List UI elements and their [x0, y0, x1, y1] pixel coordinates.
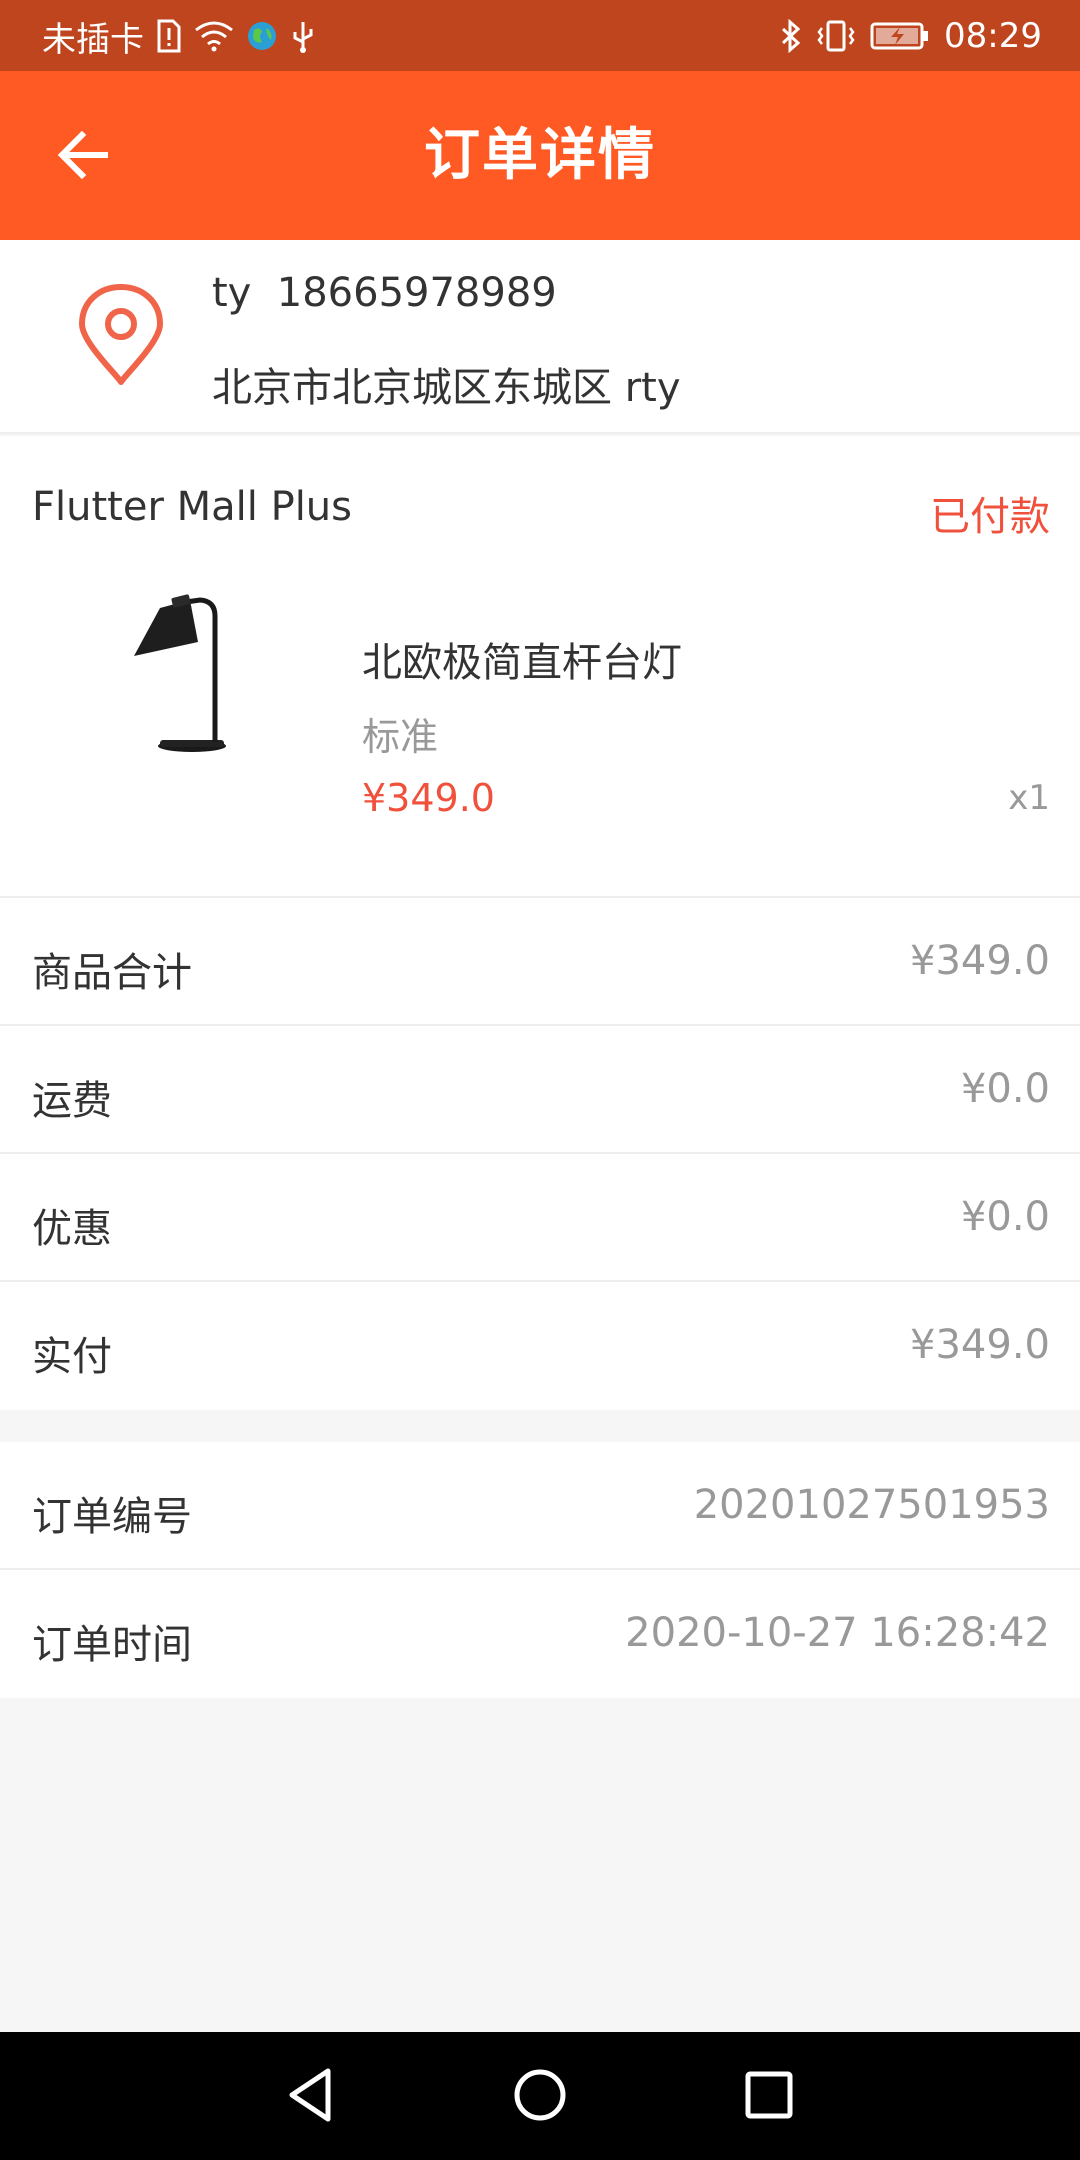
- system-nav-bar: [0, 2032, 1080, 2160]
- summary-label: 实付: [32, 1334, 112, 1380]
- usb-icon: [290, 18, 316, 54]
- vibrate-icon: [816, 19, 856, 53]
- product-image[interactable]: [120, 586, 270, 756]
- recents-square-icon: [744, 2070, 794, 2124]
- back-triangle-icon: [286, 2067, 336, 2127]
- app-bar: 订单详情: [0, 71, 1080, 240]
- summary-row-shipping: 运费 ¥0.0: [0, 1026, 1080, 1154]
- price-summary: 商品合计 ¥349.0 运费 ¥0.0 优惠 ¥0.0 实付 ¥349.0: [0, 898, 1080, 1410]
- recipient-name-phone: ty 18665978989: [212, 270, 557, 316]
- summary-label: 运费: [32, 1078, 112, 1124]
- summary-row-paid: 实付 ¥349.0: [0, 1282, 1080, 1410]
- info-row-order-time: 订单时间 2020-10-27 16:28:42: [0, 1570, 1080, 1698]
- page-title: 订单详情: [424, 123, 656, 188]
- summary-row-discount: 优惠 ¥0.0: [0, 1154, 1080, 1282]
- product-price: ¥349.0: [362, 776, 495, 820]
- wifi-icon: [194, 20, 234, 52]
- product-spec: 标准: [362, 715, 439, 759]
- status-bar: 未插卡 08:29: [0, 0, 1080, 71]
- summary-label: 商品合计: [32, 950, 192, 996]
- battery-charging-icon: [870, 21, 930, 51]
- nav-recents-button[interactable]: [734, 2062, 804, 2132]
- info-value: 2020-10-27 16:28:42: [625, 1610, 1050, 1656]
- globe-icon: [246, 20, 278, 52]
- info-row-order-number: 订单编号 20201027501953: [0, 1442, 1080, 1570]
- shipping-address: ty 18665978989 北京市北京城区东城区 rty: [0, 240, 1080, 434]
- order-info: 订单编号 20201027501953 订单时间 2020-10-27 16:2…: [0, 1442, 1080, 1698]
- info-label: 订单编号: [32, 1494, 192, 1540]
- carrier-text: 未插卡: [42, 19, 144, 60]
- product-name: 北欧极简直杆台灯: [362, 640, 682, 686]
- location-pin-icon: [78, 284, 164, 390]
- summary-label: 优惠: [32, 1206, 112, 1252]
- status-left: 未插卡: [42, 14, 316, 60]
- status-right: 08:29: [780, 14, 1042, 58]
- summary-value: ¥349.0: [910, 1322, 1050, 1368]
- shop-name: Flutter Mall Plus: [32, 484, 352, 530]
- order-card: Flutter Mall Plus 已付款 北欧极简直杆台灯 标准 ¥349.0…: [0, 436, 1080, 898]
- home-circle-icon: [512, 2067, 568, 2127]
- address-detail: 北京市北京城区东城区 rty: [212, 365, 681, 411]
- sim-alert-icon: [156, 19, 182, 53]
- order-status-badge: 已付款: [930, 494, 1050, 540]
- summary-value: ¥0.0: [960, 1066, 1050, 1112]
- info-value: 20201027501953: [693, 1482, 1050, 1528]
- nav-home-button[interactable]: [505, 2062, 575, 2132]
- info-label: 订单时间: [32, 1622, 192, 1668]
- bluetooth-icon: [780, 19, 802, 53]
- summary-value: ¥0.0: [960, 1194, 1050, 1240]
- clock-text: 08:29: [944, 16, 1042, 56]
- nav-back-button[interactable]: [276, 2062, 346, 2132]
- summary-value: ¥349.0: [910, 938, 1050, 984]
- summary-row-subtotal: 商品合计 ¥349.0: [0, 898, 1080, 1026]
- product-quantity: x1: [1008, 778, 1050, 818]
